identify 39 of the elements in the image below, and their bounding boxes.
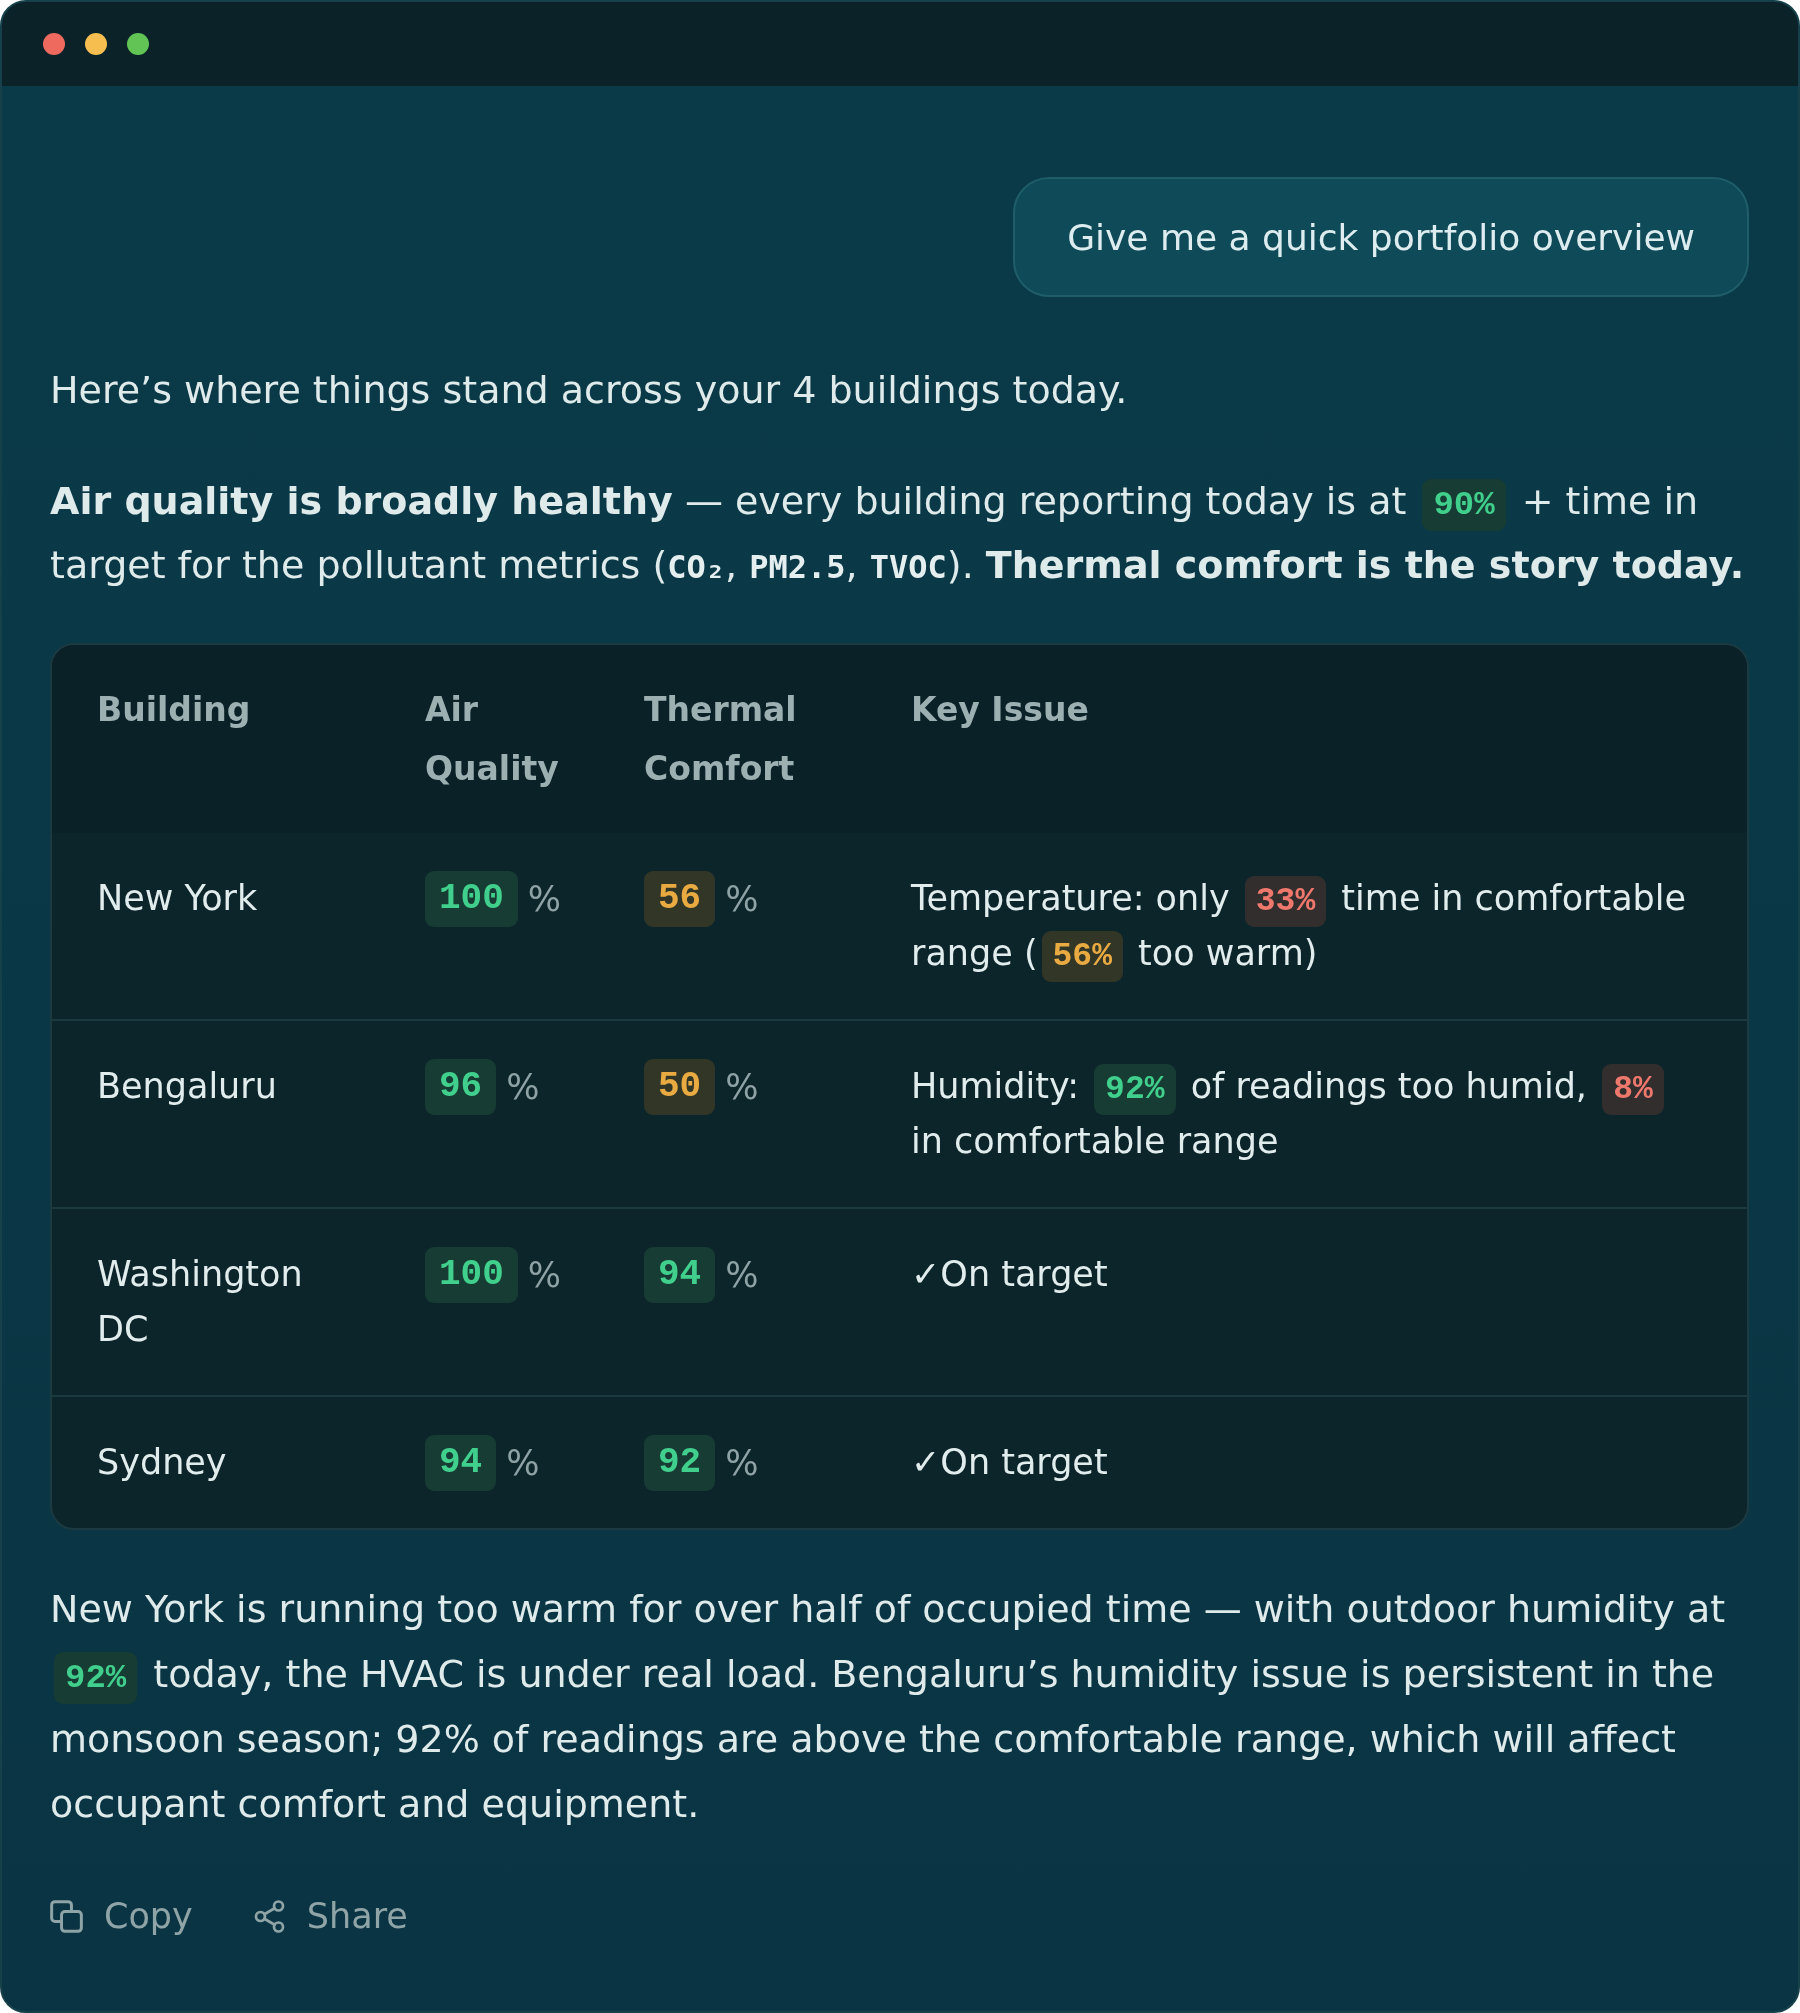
score-badge: 50 [644,1058,716,1115]
key-issue-text: Humidity: 92% of readings too humid, 8% in comfortable range [911,1059,1687,1169]
score-badge: 96 [425,1058,497,1115]
maximize-icon[interactable] [127,33,149,55]
score-badge: 100 [425,870,518,927]
percent-unit: % [725,877,759,921]
column-header: Key Issue [911,690,1089,729]
percent-unit: % [725,1441,759,1485]
key-issue-text: ✓On target [911,1441,1109,1484]
building-name: New York [97,878,258,918]
user-message-bubble: Give me a quick portfolio overview [1013,177,1749,297]
copy-icon [50,1899,83,1933]
share-button[interactable]: Share [252,1891,408,1941]
key-issue-text: Temperature: only 33% time in comfortable range ( 56% too warm) [911,871,1687,981]
minimize-icon[interactable] [85,33,107,55]
share-icon [252,1899,286,1933]
building-name: Sydney [97,1442,227,1482]
score-badge: 94 [425,1434,497,1491]
close-icon[interactable] [43,33,65,55]
building-name: Bengaluru [97,1066,277,1106]
intro-text: Here’s where things stand across your 4 buildings today. [50,367,1129,414]
copy-button[interactable]: Copy [50,1891,193,1941]
summary-paragraph: Air quality is broadly healthy — every building reporting today is at 90% + time in target for the pollutant metrics (CO₂, PM2.5, TVOC). Thermal comfort is the story today. [50,478,1746,589]
percent-unit: % [527,877,562,921]
percent-unit: % [527,1253,562,1297]
column-header: Thermal Comfort [644,690,797,788]
score-badge: 94 [644,1246,716,1303]
closing-paragraph: New York is running too warm for over half of occupied time — with outdoor humidity at 92% today, the HVAC is under real load. Bengaluru’s humidity issue is persistent in the monsoon season; 92% of readings are above the comfortable range, which will affect occupant comfort and equipment. [50,1586,1727,1828]
score-badge: 92 [644,1434,716,1491]
building-name: Washington DC [97,1254,303,1349]
percent-unit: % [506,1065,540,1109]
percent-unit: % [725,1065,759,1109]
percent-unit: % [725,1253,759,1297]
key-issue-text: ✓On target [911,1253,1109,1296]
percent-unit: % [506,1441,540,1485]
score-badge: 56 [644,870,716,927]
column-header: Air Quality [425,690,559,788]
score-badge: 100 [425,1246,518,1303]
column-header: Building [97,690,251,729]
